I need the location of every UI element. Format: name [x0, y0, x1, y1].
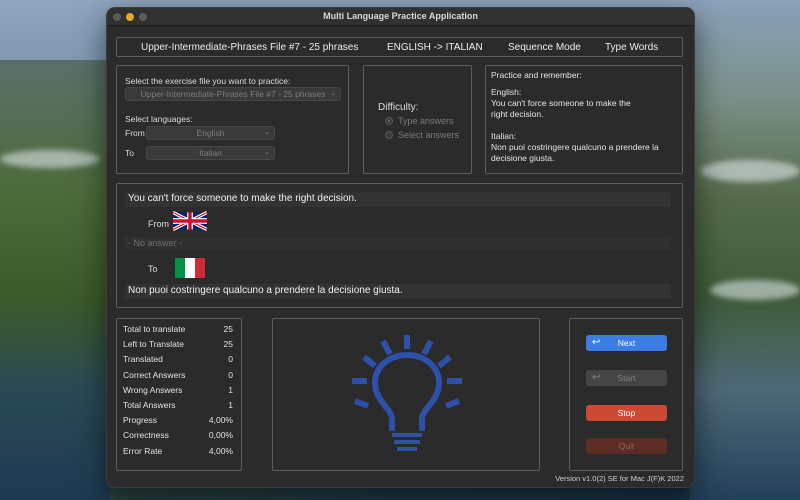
start-button[interactable]: ↩ Start — [586, 370, 667, 386]
header-mode: Sequence Mode — [508, 42, 581, 53]
practice-italian-line: decisione giusta. — [491, 153, 555, 163]
target-sentence: Non puoi costringere qualcuno a prendere… — [125, 284, 671, 299]
stat-row: Correct Answers 0 — [123, 370, 233, 380]
header-bar: Upper-Intermediate-Phrases File #7 - 25 … — [116, 37, 683, 57]
stat-value: 4,00% — [208, 415, 233, 426]
stat-row: Total Answers 1 — [123, 400, 233, 410]
stop-button[interactable]: Stop — [586, 405, 667, 421]
stat-label: Total Answers — [123, 400, 176, 410]
stat-label: Left to Translate — [123, 339, 184, 350]
practice-english-label: English: — [491, 87, 522, 97]
to-language-select[interactable]: Italian ⌄ — [146, 146, 275, 160]
file-select-value: Upper-Intermediate-Phrases File #7 - 25 … — [140, 89, 326, 99]
practice-italian-line: Non puoi costringere qualcuno a prendere… — [491, 142, 659, 152]
difficulty-panel: Difficulty: Type answers Select answers — [363, 65, 472, 174]
exercise-to-label: To — [148, 264, 158, 274]
start-button-label: Start — [617, 373, 636, 383]
desktop-mountain-left — [0, 60, 110, 500]
italy-flag-icon — [175, 258, 205, 278]
exercise-from-label: From — [148, 219, 169, 229]
stat-row: Error Rate 4,00% — [123, 446, 233, 456]
stat-label: Correctness — [123, 430, 169, 441]
select-answers-label: Select answers — [398, 130, 460, 140]
stat-label: Progress — [123, 415, 158, 426]
languages-label: Select languages: — [125, 114, 193, 124]
file-select[interactable]: Upper-Intermediate-Phrases File #7 - 25 … — [125, 87, 341, 101]
stat-value: 1 — [228, 384, 233, 395]
stat-value: 1 — [228, 400, 233, 410]
header-file: Upper-Intermediate-Phrases File #7 - 25 … — [141, 42, 359, 53]
stat-value: 25 — [223, 324, 233, 334]
app-window: Multi Language Practice Application Uppe… — [106, 7, 695, 488]
from-language-value: English — [196, 128, 225, 138]
answer-input[interactable]: - No answer - — [125, 237, 671, 250]
from-language-label: From — [125, 128, 145, 138]
lightbulb-panel — [272, 318, 540, 471]
desktop-cloud — [0, 150, 100, 168]
return-arrow-icon: ↩ — [592, 372, 601, 383]
practice-italian-label: Italian: — [491, 131, 517, 141]
stat-row: Wrong Answers 1 — [123, 385, 233, 395]
uk-flag-icon — [173, 211, 207, 231]
header-direction: ENGLISH -> ITALIAN — [387, 42, 483, 53]
version-label: Version v1.0(2) SE for Mac J(F)K 2022 — [555, 474, 684, 483]
type-answers-radio[interactable] — [385, 117, 393, 125]
practice-title: Practice and remember: — [491, 70, 582, 80]
from-language-select[interactable]: English ⌄ — [146, 126, 275, 140]
to-language-value: Italian — [199, 148, 222, 158]
desktop-mountain-right — [690, 0, 800, 500]
statistics-panel: Total to translate 25 Left to Translate 25 T… — [116, 318, 242, 471]
chevron-down-icon: ⌄ — [264, 149, 270, 156]
settings-panel: Select the exercise file you want to pra… — [116, 65, 349, 174]
answer-placeholder: - No answer - — [128, 238, 183, 248]
next-button[interactable]: ↩ Next — [586, 335, 667, 351]
practice-panel: Practice and remember: English: You can'… — [485, 65, 683, 174]
quit-button[interactable]: Quit — [586, 438, 667, 454]
difficulty-label: Difficulty: — [378, 102, 419, 113]
chevron-down-icon: ⌄ — [264, 129, 270, 136]
stat-label: Correct Answers — [123, 369, 186, 380]
header-type: Type Words — [605, 42, 659, 53]
next-button-label: Next — [617, 338, 636, 348]
stat-row: Progress 4,00% — [123, 415, 233, 425]
controls-panel: ↩ Next ↩ Start Stop Quit — [569, 318, 683, 471]
window-title: Multi Language Practice Application — [323, 11, 478, 21]
stat-row: Left to Translate 25 — [123, 339, 233, 349]
type-answers-label: Type answers — [398, 116, 454, 126]
stat-value: 0,00% — [208, 430, 233, 441]
title-bar[interactable]: Multi Language Practice Application — [107, 8, 694, 26]
stat-value: 0 — [228, 369, 233, 380]
stat-label: Error Rate — [123, 445, 163, 456]
lightbulb-icon — [352, 335, 462, 451]
practice-english-line: right decision. — [491, 109, 544, 119]
stat-row: Correctness 0,00% — [123, 430, 233, 440]
stat-value: 4,00% — [208, 445, 233, 456]
stat-value: 25 — [223, 339, 233, 350]
stat-row: Translated 0 — [123, 354, 233, 364]
source-sentence: You can't force someone to make the righ… — [125, 192, 671, 207]
stop-button-label: Stop — [617, 408, 636, 418]
chevron-down-icon: ⌄ — [330, 90, 336, 97]
stat-label: Wrong Answers — [123, 384, 183, 395]
desktop-cloud — [700, 160, 800, 182]
exercise-panel: You can't force someone to make the righ… — [116, 183, 683, 308]
file-select-label: Select the exercise file you want to pra… — [125, 76, 291, 86]
quit-button-label: Quit — [618, 441, 635, 451]
stat-row: Total to translate 25 — [123, 324, 233, 334]
return-arrow-icon: ↩ — [592, 337, 601, 348]
practice-english-line: You can't force someone to make the — [491, 98, 631, 108]
to-language-label: To — [125, 148, 134, 158]
select-answers-radio[interactable] — [385, 131, 393, 139]
stat-label: Translated — [123, 354, 163, 365]
stat-label: Total to translate — [123, 324, 186, 334]
stat-value: 0 — [228, 354, 233, 365]
desktop-cloud — [710, 280, 800, 300]
